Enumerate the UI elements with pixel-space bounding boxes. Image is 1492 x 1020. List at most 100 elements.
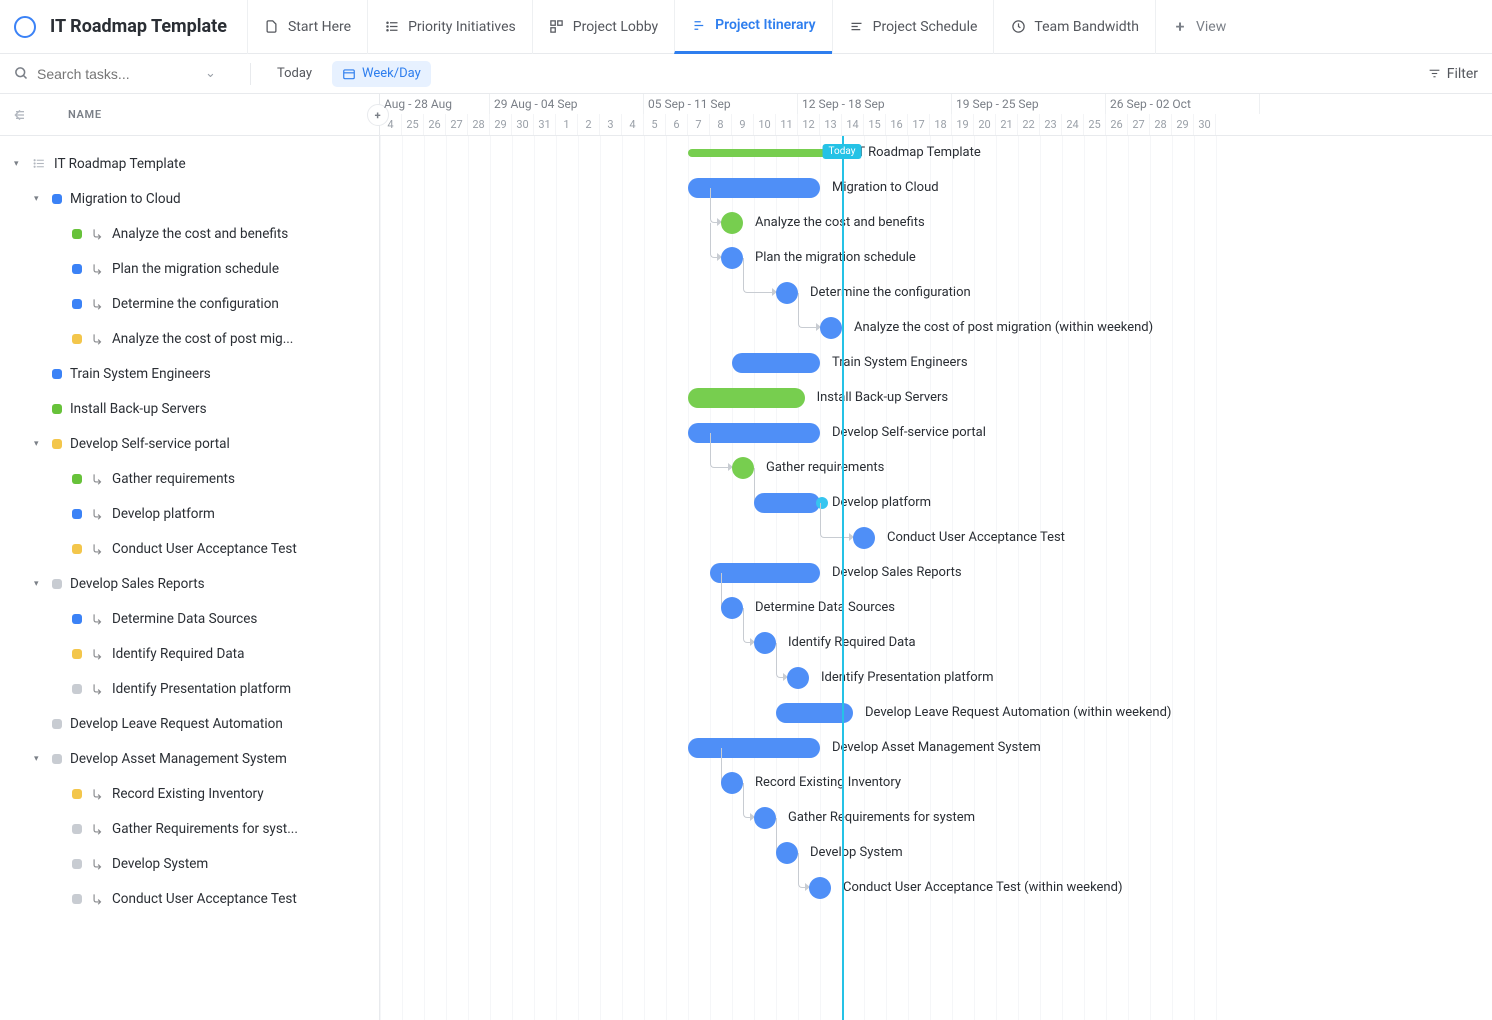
task-group-row[interactable]: ▾ Develop Asset Management System: [8, 741, 371, 776]
task-group-row[interactable]: ▾Migration to Cloud: [8, 181, 371, 216]
view-tab-project-itinerary[interactable]: Project Itinerary: [674, 0, 832, 54]
gantt-bars: IT Roadmap TemplateMigration to CloudAna…: [380, 136, 1492, 906]
timeline-day: 25: [402, 114, 424, 135]
view-tab-icon: [691, 17, 707, 33]
gantt-bar[interactable]: [710, 563, 820, 583]
subtask-icon: [90, 822, 104, 836]
gantt-bar[interactable]: [721, 772, 743, 794]
view-tab-project-lobby[interactable]: Project Lobby: [532, 0, 674, 54]
gantt-bar[interactable]: [754, 807, 776, 829]
gantt-row: Develop Sales Reports: [380, 556, 1492, 591]
gantt-bar-label: Analyze the cost and benefits: [755, 215, 925, 230]
collapse-sidebar-icon[interactable]: [12, 107, 32, 123]
task-row[interactable]: Plan the migration schedule: [8, 251, 371, 286]
task-group-row[interactable]: ▾Develop Sales Reports: [8, 566, 371, 601]
view-tab-icon: [549, 19, 565, 35]
timeline-day: 10: [754, 114, 776, 135]
gantt-row: Install Back-up Servers: [380, 381, 1492, 416]
timeline-day: 18: [930, 114, 952, 135]
task-row[interactable]: Train System Engineers: [8, 356, 371, 391]
timeline-day: 28: [1150, 114, 1172, 135]
task-row[interactable]: Develop platform: [8, 496, 371, 531]
gantt-bar[interactable]: [688, 178, 820, 198]
task-row[interactable]: Develop System: [8, 846, 371, 881]
gantt-bar[interactable]: [721, 212, 743, 234]
view-tab-label: View: [1196, 19, 1226, 35]
task-row[interactable]: Conduct User Acceptance Test: [8, 531, 371, 566]
search-input[interactable]: [37, 66, 197, 82]
gantt-bar[interactable]: [688, 738, 820, 758]
gantt-bar[interactable]: [776, 282, 798, 304]
filter-button[interactable]: Filter: [1428, 66, 1478, 82]
gantt-bar[interactable]: [688, 149, 842, 157]
task-row[interactable]: Develop Leave Request Automation: [8, 706, 371, 741]
task-row[interactable]: Conduct User Acceptance Test: [8, 881, 371, 916]
gantt-bar[interactable]: [754, 493, 820, 513]
gantt-bar[interactable]: [721, 597, 743, 619]
view-tab-label: Team Bandwidth: [1034, 19, 1139, 35]
gantt-bar-label: Train System Engineers: [832, 355, 968, 370]
gantt-bar[interactable]: [688, 423, 820, 443]
gantt-bar[interactable]: [776, 842, 798, 864]
task-label: Conduct User Acceptance Test: [112, 891, 297, 907]
today-button[interactable]: Today: [267, 61, 322, 87]
timeline-week-range: 05 Sep - 11 Sep: [644, 94, 798, 114]
subtask-icon: [90, 297, 104, 311]
task-row[interactable]: Gather Requirements for syst...: [8, 811, 371, 846]
timeline-day: 5: [644, 114, 666, 135]
task-row[interactable]: Install Back-up Servers: [8, 391, 371, 426]
caret-icon[interactable]: ▾: [34, 579, 44, 589]
view-tab-team-bandwidth[interactable]: Team Bandwidth: [993, 0, 1155, 54]
task-row[interactable]: Determine the configuration: [8, 286, 371, 321]
gantt-bar[interactable]: [809, 877, 831, 899]
range-toggle[interactable]: Week/Day: [332, 61, 431, 87]
task-row[interactable]: Identify Presentation platform: [8, 671, 371, 706]
status-dot: [72, 684, 82, 694]
status-dot: [72, 614, 82, 624]
timeline-day: 11: [776, 114, 798, 135]
gantt-bar[interactable]: [721, 247, 743, 269]
timeline-day: 29: [1172, 114, 1194, 135]
task-row[interactable]: Analyze the cost of post mig...: [8, 321, 371, 356]
caret-icon[interactable]: ▾: [34, 194, 44, 204]
list-icon: [32, 157, 46, 170]
timeline-day: 21: [996, 114, 1018, 135]
timeline-day: 28: [468, 114, 490, 135]
workspace: NAME + ▾IT Roadmap Template▾Migration to…: [0, 94, 1492, 1020]
task-label: Train System Engineers: [70, 366, 211, 382]
view-tab-project-schedule[interactable]: Project Schedule: [832, 0, 994, 54]
task-row[interactable]: Identify Required Data: [8, 636, 371, 671]
caret-icon[interactable]: ▾: [34, 439, 44, 449]
status-dot: [52, 579, 62, 589]
list-header-row[interactable]: ▾IT Roadmap Template: [8, 146, 371, 181]
today-badge: Today: [823, 144, 862, 159]
chevron-down-icon[interactable]: ⌄: [205, 66, 216, 81]
gantt-row: Identify Required Data: [380, 626, 1492, 661]
gantt-bar[interactable]: [732, 353, 820, 373]
task-row[interactable]: Record Existing Inventory: [8, 776, 371, 811]
gantt-area[interactable]: Aug - 28 Aug29 Aug - 04 Sep05 Sep - 11 S…: [380, 94, 1492, 1020]
gantt-bar[interactable]: [787, 667, 809, 689]
task-group-row[interactable]: ▾Develop Self-service portal: [8, 426, 371, 461]
caret-icon[interactable]: ▾: [14, 159, 24, 169]
gantt-bar[interactable]: [853, 527, 875, 549]
task-label: Develop Asset Management System: [70, 751, 287, 767]
view-tab-start-here[interactable]: Start Here: [247, 0, 367, 54]
timeline-day: 23: [1040, 114, 1062, 135]
timeline-day: 30: [512, 114, 534, 135]
task-row[interactable]: Gather requirements: [8, 461, 371, 496]
gantt-bar[interactable]: [820, 317, 842, 339]
view-tab-priority-initiatives[interactable]: Priority Initiatives: [367, 0, 532, 54]
gantt-bar[interactable]: [754, 632, 776, 654]
gantt-bar[interactable]: [688, 388, 805, 408]
status-dot: [72, 894, 82, 904]
gantt-row: Conduct User Acceptance Test: [380, 521, 1492, 556]
gantt-bar[interactable]: [732, 457, 754, 479]
task-row[interactable]: Analyze the cost and benefits: [8, 216, 371, 251]
timeline-day: 8: [710, 114, 732, 135]
task-row[interactable]: Determine Data Sources: [8, 601, 371, 636]
view-tab-view[interactable]: +View: [1155, 0, 1242, 54]
status-dot: [72, 334, 82, 344]
subtask-icon: [90, 857, 104, 871]
caret-icon[interactable]: ▾: [34, 754, 44, 764]
